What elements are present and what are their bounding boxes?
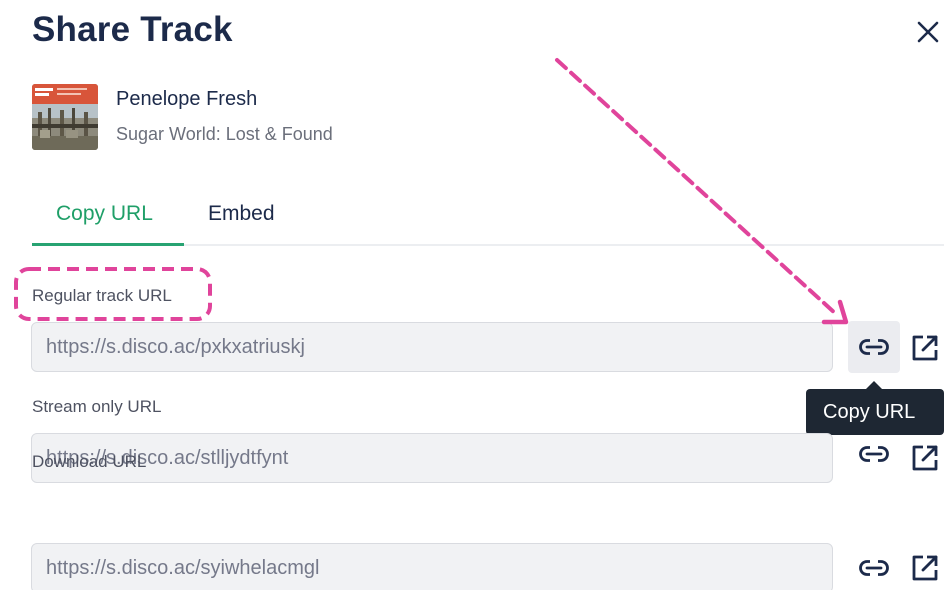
regular-url-field[interactable]	[31, 322, 833, 372]
link-icon	[859, 339, 889, 355]
link-icon	[859, 560, 889, 576]
open-regular-url-button[interactable]	[910, 326, 944, 370]
download-url-label: Download URL	[32, 452, 147, 471]
external-link-icon	[912, 445, 938, 471]
tab-embed[interactable]: Embed	[208, 202, 275, 226]
album-cover	[32, 84, 98, 150]
active-tab-indicator	[32, 243, 184, 246]
tooltip-arrow	[866, 381, 882, 389]
annotation-arrow-head	[821, 299, 849, 325]
external-link-icon	[912, 335, 938, 361]
dialog-title: Share Track	[32, 10, 233, 49]
close-icon	[917, 21, 939, 43]
tab-copy-url[interactable]: Copy URL	[56, 202, 153, 226]
close-button[interactable]	[912, 16, 944, 48]
stream-url-field[interactable]	[31, 433, 833, 483]
open-download-url-button[interactable]	[910, 546, 944, 590]
copy-stream-url-button[interactable]	[848, 404, 900, 462]
track-album: Sugar World: Lost & Found	[116, 124, 333, 144]
regular-url-label: Regular track URL	[32, 286, 172, 305]
copy-download-url-button[interactable]	[848, 542, 900, 590]
copy-regular-url-button[interactable]	[848, 321, 900, 373]
link-icon	[859, 446, 889, 462]
share-tabs: Copy URL Embed	[32, 198, 944, 246]
share-track-dialog: Share Track Penelope Fresh Sugar World: …	[0, 0, 944, 590]
external-link-icon	[912, 555, 938, 581]
download-url-field[interactable]	[31, 543, 833, 590]
stream-url-label: Stream only URL	[32, 397, 162, 416]
open-stream-url-button[interactable]	[910, 436, 944, 480]
annotation-arrow-line	[555, 58, 838, 316]
track-artist: Penelope Fresh	[116, 88, 258, 110]
